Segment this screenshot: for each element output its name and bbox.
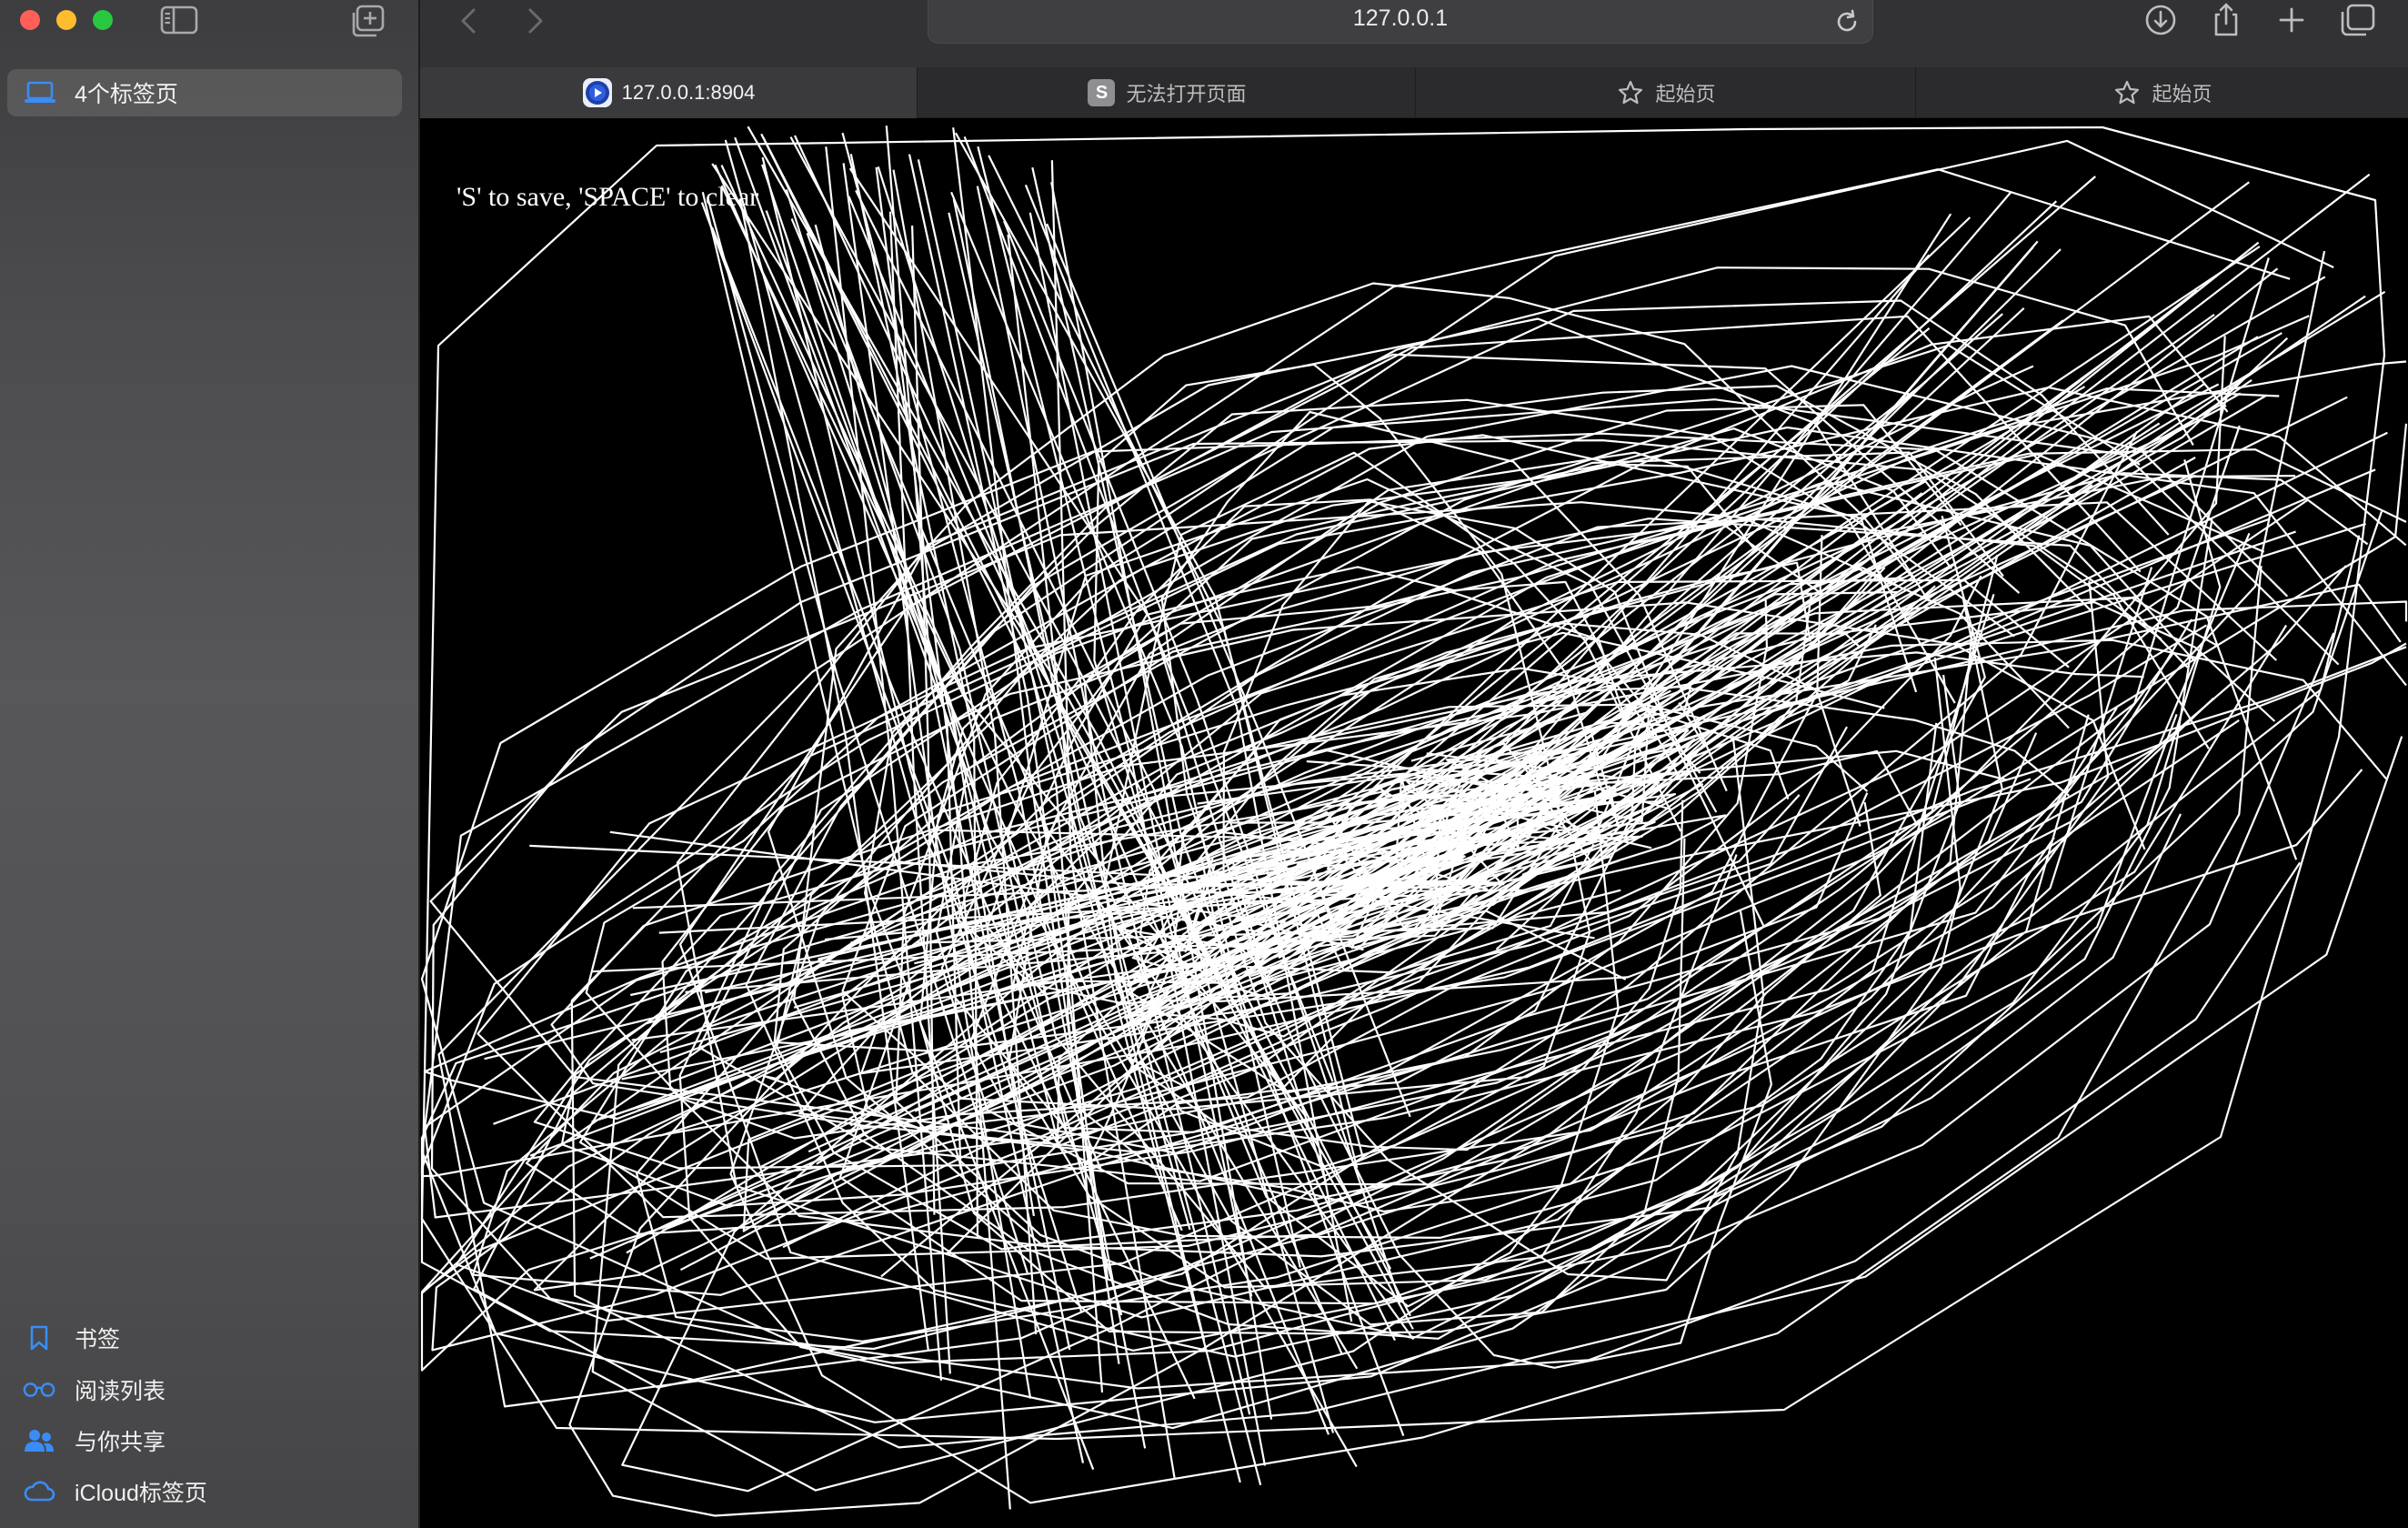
sidebar-item-bookmarks[interactable]: 书签 [0,1315,418,1361]
tab-overview-icon[interactable] [2337,2,2377,38]
tab-cannot-open-page[interactable]: S 无法打开页面 [917,67,1415,118]
new-tab-plus-icon[interactable] [2272,2,2312,38]
forward-button[interactable] [517,5,553,36]
sidebar-item-label: 书签 [75,1327,121,1352]
tab-localhost[interactable]: 127.0.0.1:8904 [420,67,917,118]
tab-title: 127.0.0.1:8904 [621,81,756,104]
tab-start-page-1[interactable]: 起始页 [1415,67,1915,118]
line-drawing [420,126,2408,1517]
sidebar-item-label: 与你共享 [75,1430,166,1455]
reload-icon[interactable] [1832,7,1861,36]
sidebar-item-reading-list[interactable]: 阅读列表 [0,1367,418,1412]
toolbar: 127.0.0.1 [420,0,2408,67]
bookmark-icon [22,1322,56,1353]
tab-title: 起始页 [2152,83,2212,106]
s-favicon-icon: S [1086,77,1117,108]
sketch-canvas[interactable]: 'S' to save, 'SPACE' to clear [420,118,2408,1528]
address-bar-url: 127.0.0.1 [1352,5,1449,31]
downloads-icon[interactable] [2141,2,2181,38]
shared-with-you-icon [22,1425,56,1456]
close-window-button[interactable] [20,10,40,30]
sidebar-item-label: 阅读列表 [75,1379,166,1404]
share-icon[interactable] [2206,2,2246,38]
star-icon [1615,77,1646,108]
tab-group-item[interactable]: 4个标签页 [7,69,402,116]
sidebar-item-icloud-tabs[interactable]: iCloud标签页 [0,1469,418,1514]
star-icon [2112,77,2142,108]
sidebar-item-label: iCloud标签页 [75,1481,207,1506]
tab-group-label: 4个标签页 [75,82,178,107]
laptop-icon [25,81,55,103]
minimize-window-button[interactable] [56,10,76,30]
back-button[interactable] [451,5,487,36]
tab-title: 起始页 [1655,83,1716,106]
tab-start-page-2[interactable]: 起始页 [1915,67,2408,118]
app-favicon-icon [582,77,613,108]
tab-bar: 127.0.0.1:8904 S 无法打开页面 起始页 起始页 [420,67,2408,118]
tab-title: 无法打开页面 [1126,83,1247,106]
address-bar[interactable]: 127.0.0.1 [928,0,1873,44]
canvas-hint-text: 'S' to save, 'SPACE' to clear [457,182,759,212]
sidebar-item-shared-with-you[interactable]: 与你共享 [0,1418,418,1463]
zoom-window-button[interactable] [93,10,113,30]
browser-window: 4个标签页 书签 阅读列表 与你共享 iCloud标签页 127.0.0.1 1… [0,0,2408,1528]
sidebar: 4个标签页 书签 阅读列表 与你共享 iCloud标签页 [0,0,420,1528]
new-tab-group-icon[interactable] [349,4,386,38]
reading-list-glasses-icon [22,1374,56,1405]
icloud-icon [22,1476,56,1507]
sidebar-toggle-icon[interactable] [160,5,198,35]
